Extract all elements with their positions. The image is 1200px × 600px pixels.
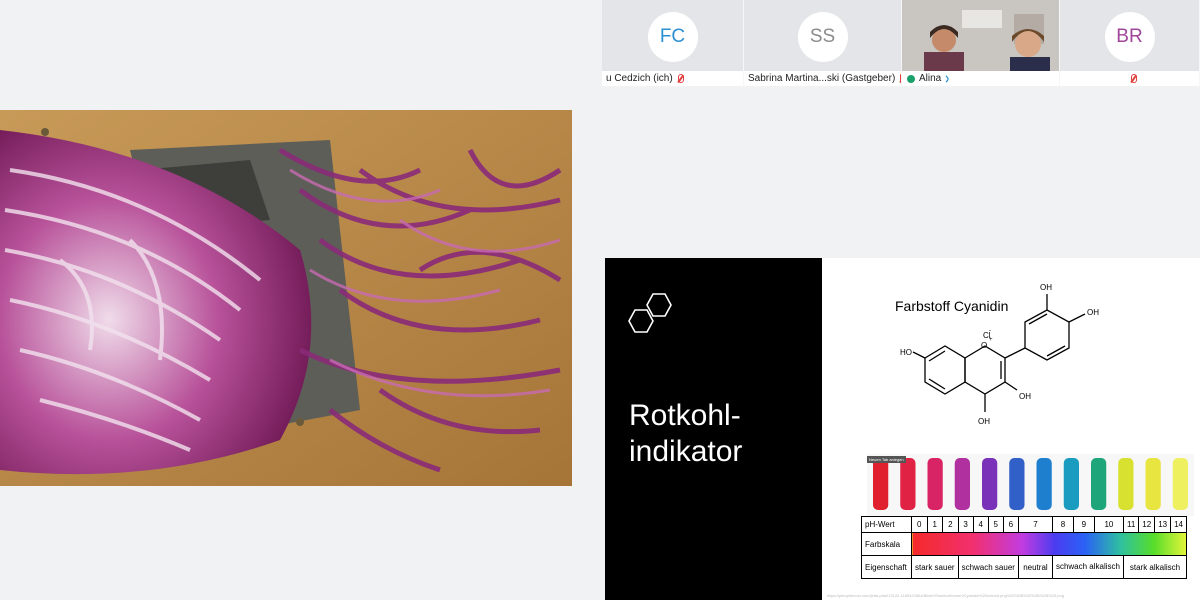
image-source-url: https://pinophenolo.com/jetta-phal/13122… [827,593,1064,598]
cyanidin-structure-diagram: HO O + Cl - OH OH OH OH [900,283,1099,426]
oh-label: OH [1040,283,1052,292]
test-tube [1009,458,1025,510]
participant-name-bar: Alina [902,71,1059,86]
participant-tile-ss[interactable]: SS Sabrina Martina...ski (Gastgeber) [744,0,902,86]
participant-tile-alina[interactable]: Alina [902,0,1060,86]
slide-title-panel: Rotkohl- indikator [605,258,822,600]
oh-label: OH [1019,392,1031,401]
test-tube [900,458,916,510]
participant-video [902,0,1059,71]
property-cell: schwach sauer [957,555,1019,579]
ph-value: 13 [1154,516,1172,533]
oxygen-label: O [981,341,987,350]
participant-name-bar: Sabrina Martina...ski (Gastgeber) [744,71,901,86]
color-scale-bar [911,532,1187,556]
ph-value: 6 [1002,516,1019,533]
participant-name: u Cedzich (ich) [606,73,673,84]
test-tube [1090,458,1107,510]
color-scale-label: Farbskala [861,532,912,556]
audio-level-icon [945,75,949,82]
slide-title: Rotkohl- indikator [629,399,743,468]
ph-value: 2 [942,516,959,533]
speaking-icon [907,74,915,83]
participant-tile-fc[interactable]: FC u Cedzich (ich) [602,0,744,86]
participant-strip: FC u Cedzich (ich) SS Sabrina Martina...… [602,0,1200,86]
test-tube [927,458,943,510]
oh-label: OH [1087,308,1099,317]
presentation-slide: Rotkohl- indikator Farbstoff Cyanidin HO… [605,258,1200,600]
ph-value: 14 [1170,516,1187,533]
ph-value: 7 [1017,516,1053,533]
ph-value: 4 [972,516,989,533]
participant-name: Alina [919,73,942,84]
property-cell: schwach alkalisch [1051,555,1124,579]
property-row-label: Eigenschaft [861,555,912,579]
test-tube [1036,458,1052,510]
test-tube [954,458,971,510]
test-tube [1172,458,1189,510]
test-tube [981,458,998,510]
test-tube [1118,458,1134,510]
ph-value: 8 [1051,516,1074,533]
chloride-charge-label: - [989,328,991,334]
ph-value: 9 [1072,516,1095,533]
test-tube [1063,458,1080,510]
property-cell: stark sauer [911,555,959,579]
avatar: FC [647,12,698,62]
test-tubes-photo [867,454,1194,516]
new-tab-tooltip: Neuen Tab anlegen [867,456,906,463]
muted-mic-icon [900,74,901,83]
zoom-meeting-screen: FC u Cedzich (ich) SS Sabrina Martina...… [0,0,1200,600]
property-cell: stark alkalisch [1122,555,1188,579]
ho-label: HO [900,348,912,357]
ph-value: 5 [987,516,1004,533]
avatar: SS [797,12,848,62]
participant-tile-br[interactable]: BR [1060,0,1200,86]
red-cabbage-photo [0,110,572,486]
participant-name-bar [1060,71,1199,86]
ph-value: 11 [1122,516,1140,533]
ph-value: 10 [1093,516,1124,533]
hexagon-icon [628,293,672,333]
test-tube [1145,458,1161,510]
video-feed-image [902,0,1059,71]
test-tube [872,458,889,510]
ph-value: 12 [1138,516,1156,533]
ph-row-label: pH-Wert [861,516,912,533]
muted-mic-icon [1131,74,1137,83]
participant-name-bar: u Cedzich (ich) [602,71,743,86]
ph-value: 0 [911,516,928,533]
avatar: BR [1104,12,1155,62]
oh-label: OH [978,417,990,426]
muted-mic-icon [677,74,684,83]
ph-value: 3 [957,516,974,533]
ph-value: 1 [926,516,944,533]
property-cell: neutral [1017,555,1053,579]
ph-scale-table: pH-Wert 0 1 2 3 4 5 6 7 8 9 10 11 12 13 … [861,516,1188,579]
participant-name: Sabrina Martina...ski (Gastgeber) [748,73,896,84]
